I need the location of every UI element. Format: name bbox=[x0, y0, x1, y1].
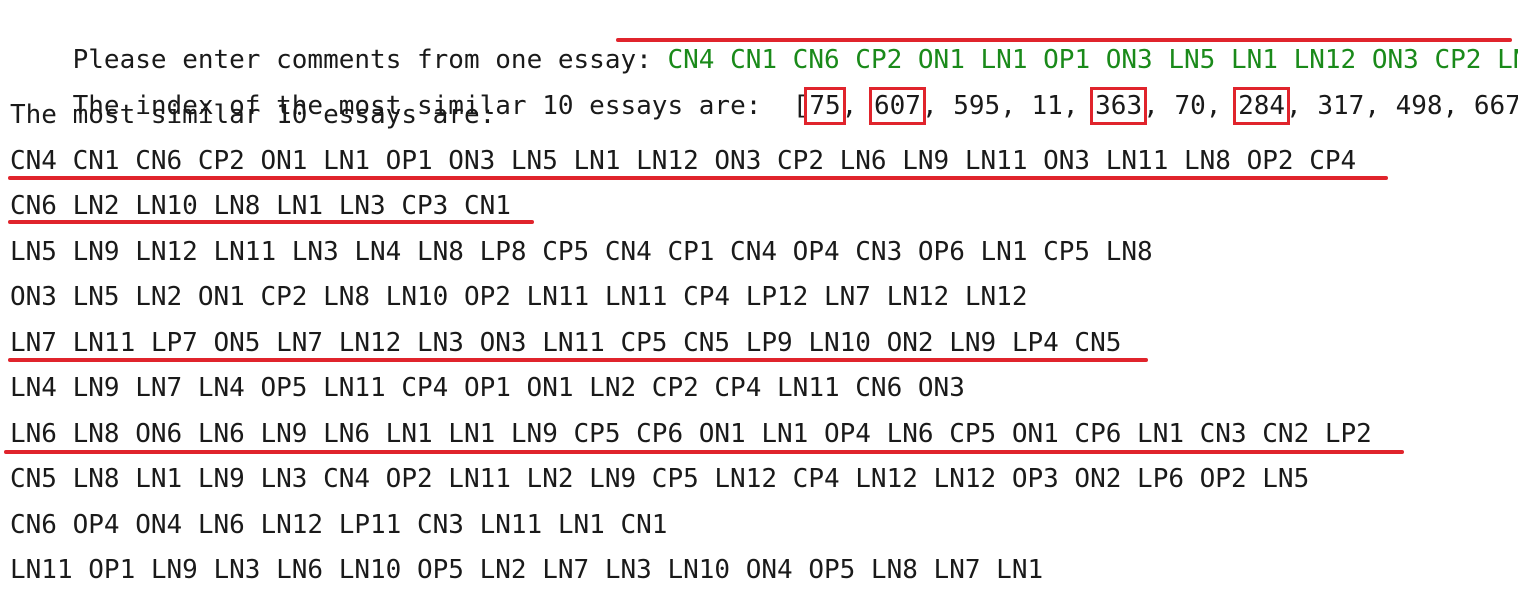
essay-line-8: CN5 LN8 LN1 LN9 LN3 CN4 OP2 LN11 LN2 LN9… bbox=[10, 464, 1310, 494]
index-value: 317 bbox=[1317, 91, 1365, 121]
index-separator: , bbox=[1000, 91, 1032, 121]
prompt-line: Please enter comments from one essay: CN… bbox=[10, 6, 1518, 75]
index-separator: , bbox=[1286, 91, 1318, 121]
essay-2-underline-annotation bbox=[8, 220, 534, 224]
index-value: 11 bbox=[1031, 91, 1063, 121]
index-separator: , bbox=[1143, 91, 1175, 121]
essays-header: The most similar 10 essays are: bbox=[10, 100, 496, 130]
essay-5-underline-annotation bbox=[8, 358, 1148, 362]
index-value: 498 bbox=[1395, 91, 1443, 121]
essay-7-underline-annotation bbox=[4, 450, 1404, 454]
index-open-bracket: [ bbox=[792, 91, 809, 121]
essay-line-4: ON3 LN5 LN2 ON1 CP2 LN8 LN10 OP2 LN11 LN… bbox=[10, 282, 1028, 312]
essay-line-6: LN4 LN9 LN7 LN4 OP5 LN11 CP4 OP1 ON1 LN2… bbox=[10, 373, 965, 403]
index-separator: , bbox=[1062, 91, 1095, 121]
essay-line-10: LN11 OP1 LN9 LN3 LN6 LN10 OP5 LN2 LN7 LN… bbox=[10, 555, 1044, 585]
essay-line-2: CN6 LN2 LN10 LN8 LN1 LN3 CP3 CN1 bbox=[10, 191, 511, 221]
console-output: Please enter comments from one essay: CN… bbox=[0, 0, 1518, 602]
index-value-highlighted: 75 bbox=[804, 87, 846, 125]
index-separator: , bbox=[921, 91, 954, 121]
index-list: 75, 607, 595, 11, 363, 70, 284, 317, 498… bbox=[804, 87, 1518, 125]
index-value-highlighted: 363 bbox=[1090, 87, 1148, 125]
index-separator: , bbox=[1442, 91, 1474, 121]
index-value: 667 bbox=[1473, 91, 1518, 121]
index-separator: , bbox=[1205, 91, 1238, 121]
essay-line-3: LN5 LN9 LN12 LN11 LN3 LN4 LN8 LP8 CP5 CN… bbox=[10, 237, 1153, 267]
input-underline-annotation bbox=[616, 38, 1512, 42]
index-separator: , bbox=[841, 91, 873, 121]
essay-line-1: CN4 CN1 CN6 CP2 ON1 LN1 OP1 ON3 LN5 LN1 … bbox=[10, 146, 1357, 176]
essay-line-7: LN6 LN8 ON6 LN6 LN9 LN6 LN1 LN1 LN9 CP5 … bbox=[10, 419, 1372, 449]
index-separator: , bbox=[1364, 91, 1396, 121]
index-value: 595 bbox=[953, 91, 1001, 121]
essay-line-5: LN7 LN11 LP7 ON5 LN7 LN12 LN3 ON3 LN11 C… bbox=[10, 328, 1122, 358]
essay-line-9: CN6 OP4 ON4 LN6 LN12 LP11 CN3 LN11 LN1 C… bbox=[10, 510, 668, 540]
essay-1-underline-annotation bbox=[8, 176, 1388, 180]
index-value: 70 bbox=[1174, 91, 1206, 121]
index-value-highlighted: 607 bbox=[868, 87, 926, 125]
index-line: The index of the most similar 10 essays … bbox=[10, 52, 1518, 125]
index-value-highlighted: 284 bbox=[1233, 87, 1291, 125]
